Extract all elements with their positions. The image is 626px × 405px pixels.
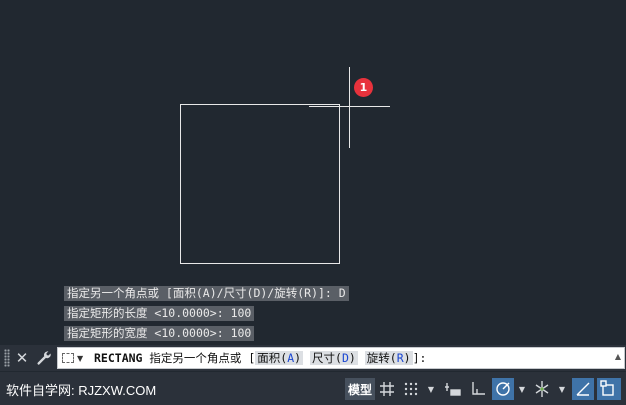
ortho-icon[interactable] — [468, 378, 488, 400]
drawing-canvas[interactable]: 1 指定另一个角点或 [面积(A)/尺寸(D)/旋转(R)]: D 指定矩形的长… — [0, 0, 626, 345]
recent-commands-dropdown[interactable]: ▼ — [62, 351, 84, 365]
snap-dropdown-icon[interactable]: ▼ — [425, 378, 437, 400]
prompt-suffix: ]: — [412, 351, 427, 365]
close-icon[interactable]: ✕ — [13, 348, 31, 368]
watermark-text: 软件自学网: RJZXW.COM — [6, 383, 157, 398]
command-line-bar: ✕ ▼ RECTANG 指定另一个角点或 [面积(A) 尺寸(D) 旋转(R)]… — [0, 345, 626, 371]
isodraft-icon[interactable] — [531, 378, 553, 400]
wrench-icon[interactable] — [35, 348, 53, 368]
command-history-line: 指定矩形的长度 <10.0000>: 100 — [64, 306, 255, 321]
isodraft-dropdown-icon[interactable]: ▼ — [556, 378, 568, 400]
object-snap-tracking-icon[interactable] — [572, 378, 594, 400]
grip-handle[interactable] — [4, 349, 10, 367]
dropdown-caret-icon: ▼ — [77, 354, 84, 363]
command-input[interactable]: ▼ RECTANG 指定另一个角点或 [面积(A) 尺寸(D) 旋转(R)]: … — [57, 347, 625, 369]
command-history-line: 指定另一个角点或 [面积(A)/尺寸(D)/旋转(R)]: D — [64, 286, 349, 301]
dynamic-input-icon[interactable] — [443, 378, 463, 400]
command-prompt: RECTANG 指定另一个角点或 [面积(A) 尺寸(D) 旋转(R)]: — [94, 350, 426, 367]
polar-tracking-icon[interactable] — [492, 378, 514, 400]
rectangle-icon — [62, 353, 74, 363]
history-toggle-icon[interactable]: ▲ — [615, 352, 621, 361]
object-snap-icon[interactable] — [597, 378, 621, 400]
option-rotation[interactable]: 旋转(R) — [364, 351, 413, 365]
command-name: RECTANG — [94, 351, 143, 365]
grid-icon[interactable] — [378, 378, 396, 400]
callout-badge: 1 — [354, 78, 373, 97]
status-bar: 软件自学网: RJZXW.COM 模型 ▼ ▼ ▼ — [0, 372, 626, 405]
model-tab[interactable]: 模型 — [345, 378, 375, 400]
rectangle-entity[interactable] — [180, 104, 340, 264]
snap-icon[interactable] — [402, 378, 420, 400]
option-dimensions[interactable]: 尺寸(D) — [310, 351, 358, 365]
command-history-line: 指定矩形的宽度 <10.0000>: 100 — [64, 326, 255, 341]
prompt-text: 指定另一个角点或 [ — [142, 351, 256, 365]
option-area[interactable]: 面积(A) — [255, 351, 304, 365]
polar-dropdown-icon[interactable]: ▼ — [516, 378, 528, 400]
